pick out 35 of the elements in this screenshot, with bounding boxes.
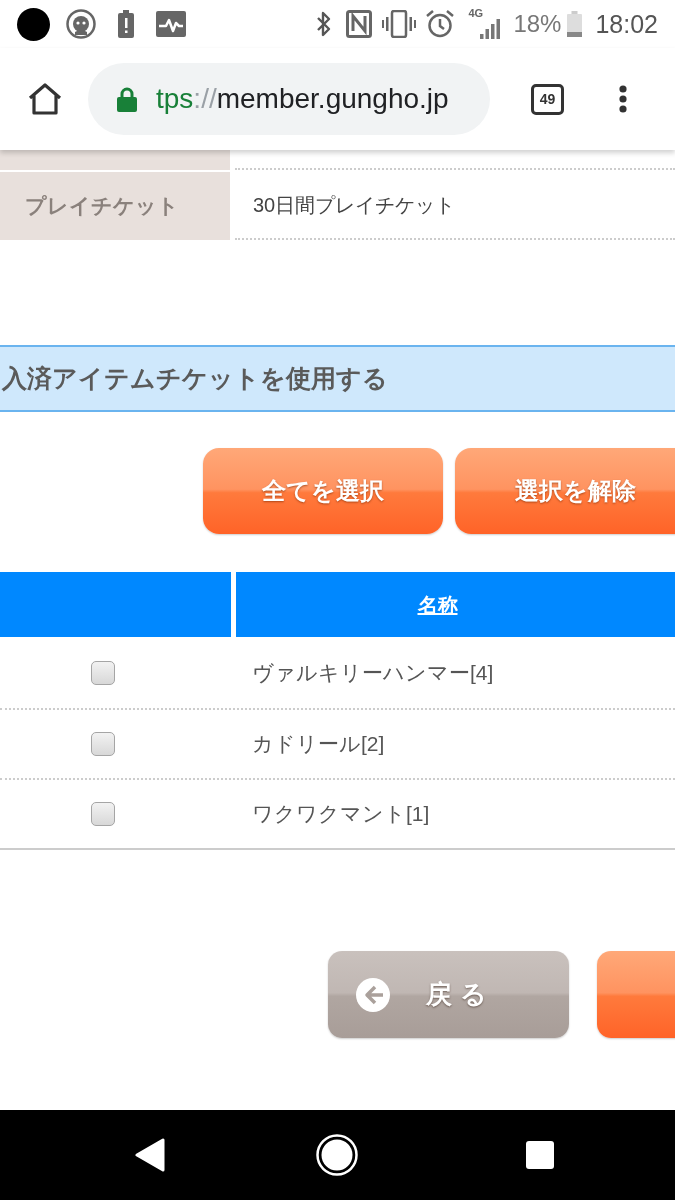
item-name: カドリール[2] (252, 731, 385, 758)
select-button[interactable]: 選択を解除 (455, 448, 675, 534)
pulse-icon (156, 11, 186, 37)
home-circle-icon[interactable] (316, 1134, 358, 1176)
home-icon[interactable] (27, 82, 63, 116)
checkbox[interactable] (91, 732, 115, 756)
dot-icon (17, 7, 50, 41)
battery-percent: 18% (513, 12, 562, 36)
back-button[interactable]: 戻る (328, 951, 569, 1038)
vibrate-icon (382, 10, 417, 38)
clock-time: 18:02 (595, 11, 658, 37)
battery-alert-icon (118, 10, 134, 38)
battery-icon (567, 11, 583, 37)
menu-icon[interactable] (619, 85, 627, 113)
back-icon[interactable] (135, 1138, 165, 1172)
row-value: 30日間プレイチケット (253, 193, 456, 218)
lock-icon (117, 86, 137, 112)
select-button[interactable]: 全てを選択 (203, 448, 443, 534)
name-sort-link[interactable]: 名称 (417, 589, 458, 620)
nfc-icon (346, 10, 373, 38)
character-icon (66, 9, 96, 39)
section-title: 入済アイテムチケットを使用する (2, 362, 388, 394)
row-label: プレイチケット (0, 172, 230, 240)
item-name: ワクワクマント[1] (252, 801, 430, 828)
url-text: tps://member.gungho.jp (156, 85, 449, 113)
network-type: 4G (468, 8, 484, 19)
checkbox[interactable] (91, 660, 115, 685)
signal-bars-icon (480, 19, 501, 39)
alarm-clock-icon (426, 10, 455, 38)
tab-count-button[interactable]: 49 (531, 83, 564, 115)
address-bar[interactable]: tps://member.gungho.jp (88, 63, 490, 135)
left-arrow-circle-icon (356, 977, 390, 1012)
checkbox[interactable] (91, 802, 115, 826)
item-name: ヴァルキリーハンマー[4] (252, 659, 494, 686)
bluetooth-icon (316, 11, 333, 37)
